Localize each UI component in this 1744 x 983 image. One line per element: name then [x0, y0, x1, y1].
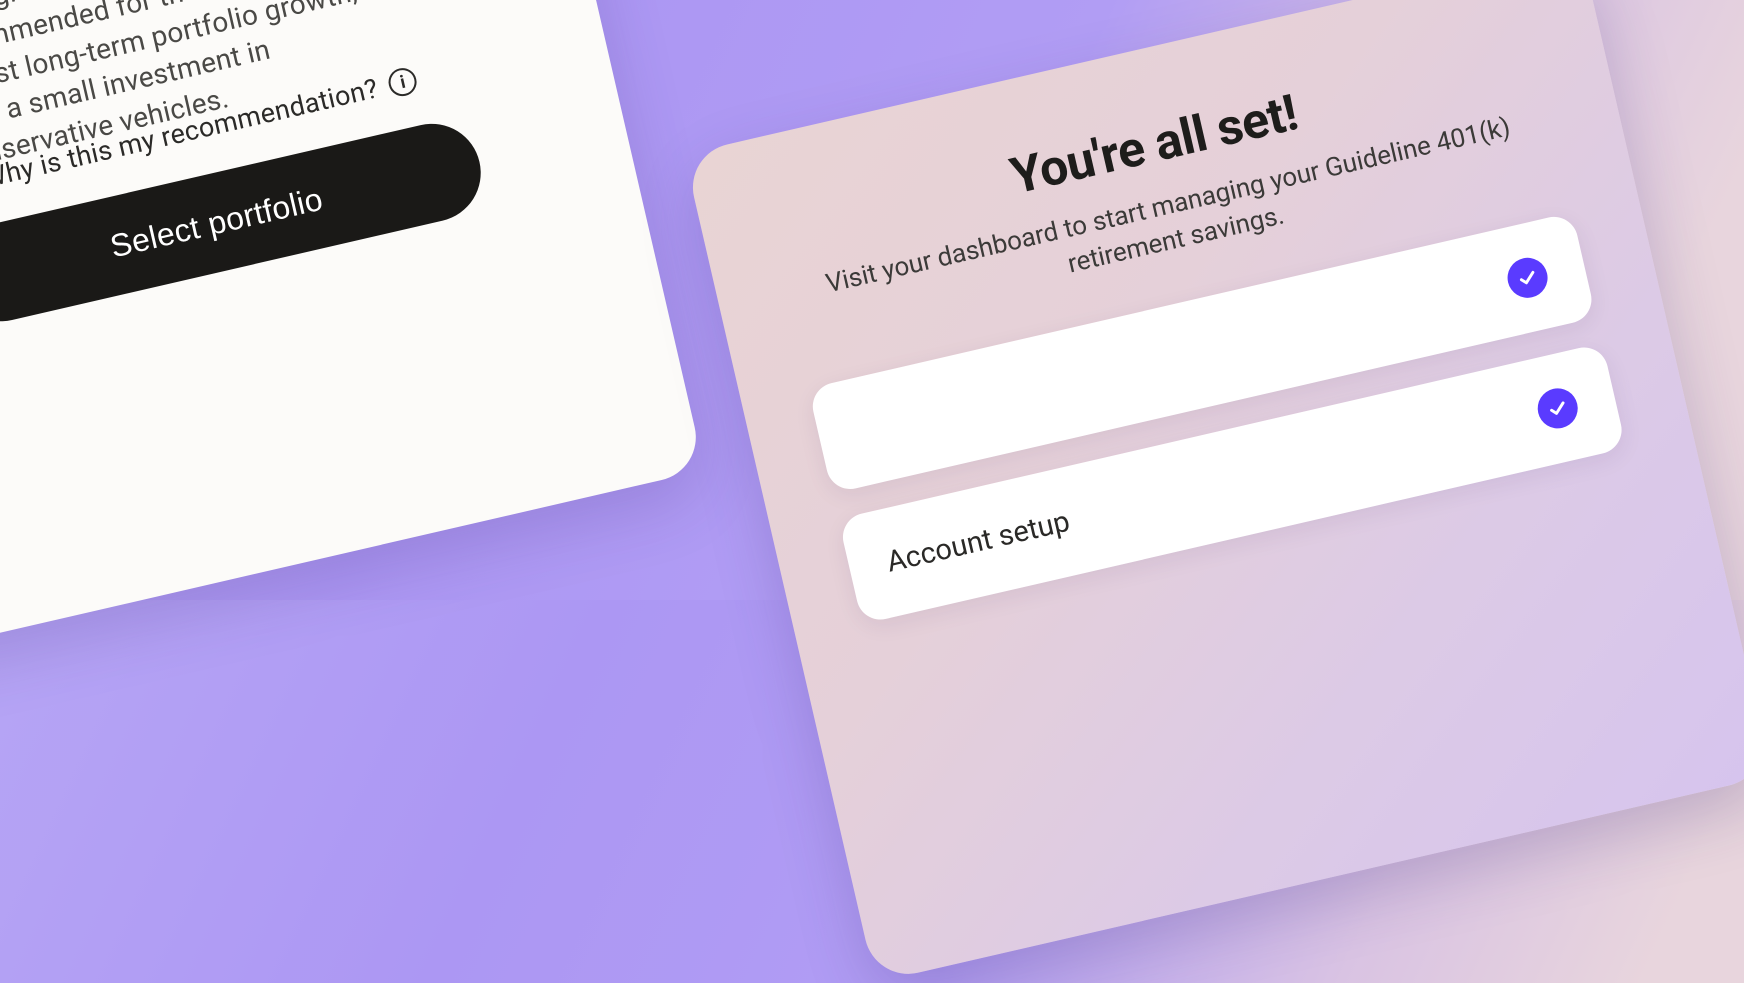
check-icon [1534, 385, 1582, 433]
check-icon [1504, 254, 1552, 302]
task-label: Account setup [884, 505, 1073, 580]
portfolio-recommendation-card: An aggressive portfolio is recommended f… [0, 0, 705, 666]
confirmation-card: You're all set! Visit your dashboard to … [684, 0, 1744, 983]
info-icon: i [386, 65, 420, 99]
